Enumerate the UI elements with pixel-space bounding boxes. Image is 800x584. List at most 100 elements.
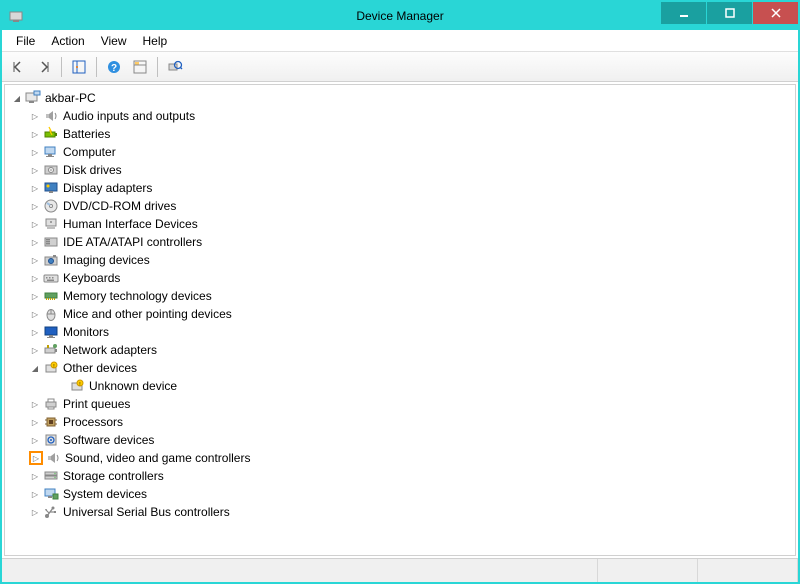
speaker-icon — [45, 450, 61, 466]
computer-root-icon — [25, 90, 41, 106]
expander-icon[interactable]: ▷ — [29, 506, 41, 518]
expander-icon[interactable]: ▷ — [29, 326, 41, 338]
disk-icon — [43, 162, 59, 178]
expander-icon[interactable]: ▷ — [29, 146, 41, 158]
expander-icon[interactable]: ▷ — [29, 164, 41, 176]
show-hide-tree-button[interactable] — [67, 55, 91, 79]
scan-hardware-button[interactable] — [163, 55, 187, 79]
tree-item-label: Unknown device — [89, 379, 177, 393]
expander-icon[interactable]: ▷ — [29, 272, 41, 284]
svg-text:?: ? — [111, 63, 117, 74]
status-cell — [2, 559, 598, 582]
tree-item[interactable]: ▷ Human Interface Devices — [7, 215, 793, 233]
tree-root[interactable]: ◢ akbar-PC — [7, 89, 793, 107]
minimize-button[interactable] — [660, 2, 706, 24]
expander-icon[interactable]: ▷ — [29, 451, 43, 465]
expander-icon[interactable]: ▷ — [29, 344, 41, 356]
expander-icon[interactable]: ▷ — [29, 290, 41, 302]
titlebar[interactable]: Device Manager — [2, 2, 798, 30]
forward-button[interactable] — [32, 55, 56, 79]
tree-item[interactable]: ◢!Other devices — [7, 359, 793, 377]
properties-button[interactable] — [128, 55, 152, 79]
help-button[interactable]: ? — [102, 55, 126, 79]
back-button[interactable] — [6, 55, 30, 79]
tree-item-label: Software devices — [63, 433, 154, 447]
tree-item[interactable]: ▷ Batteries — [7, 125, 793, 143]
expander-icon[interactable]: ▷ — [29, 254, 41, 266]
tree-item[interactable]: ▷ System devices — [7, 485, 793, 503]
tree-item-label: Storage controllers — [63, 469, 164, 483]
expander-icon[interactable]: ▷ — [29, 398, 41, 410]
tree-item-label: Human Interface Devices — [63, 217, 198, 231]
tree-item[interactable]: ▷ Software devices — [7, 431, 793, 449]
expander-icon[interactable]: ▷ — [29, 218, 41, 230]
tree-item-label: Batteries — [63, 127, 110, 141]
tree-item[interactable]: ▷Monitors — [7, 323, 793, 341]
tree-item[interactable]: ▷ IDE ATA/ATAPI controllers — [7, 233, 793, 251]
expander-icon[interactable]: ▷ — [29, 470, 41, 482]
tree-child-item[interactable]: ! Unknown device — [7, 377, 793, 395]
expander-icon[interactable]: ▷ — [29, 128, 41, 140]
tree-item[interactable]: ▷Audio inputs and outputs — [7, 107, 793, 125]
expander-icon[interactable]: ▷ — [29, 434, 41, 446]
tree-item[interactable]: ▷ Memory technology devices — [7, 287, 793, 305]
tree-item-label: Network adapters — [63, 343, 157, 357]
tree-item-label: Computer — [63, 145, 116, 159]
expander-icon[interactable]: ▷ — [29, 200, 41, 212]
tree-item[interactable]: ▷Print queues — [7, 395, 793, 413]
tree-item-label: IDE ATA/ATAPI controllers — [63, 235, 202, 249]
close-button[interactable] — [752, 2, 798, 24]
expander-icon[interactable]: ▷ — [29, 182, 41, 194]
toolbar: ? — [2, 52, 798, 82]
camera-icon — [43, 252, 59, 268]
toolbar-separator — [61, 57, 62, 77]
tree-item[interactable]: ▷DVD/CD-ROM drives — [7, 197, 793, 215]
expander-icon[interactable]: ▷ — [29, 416, 41, 428]
menu-help[interactable]: Help — [135, 32, 176, 50]
maximize-button[interactable] — [706, 2, 752, 24]
tree-item-label: Display adapters — [63, 181, 152, 195]
tree-item[interactable]: ▷ Imaging devices — [7, 251, 793, 269]
tree-item-label: Other devices — [63, 361, 137, 375]
tree-item[interactable]: ▷Universal Serial Bus controllers — [7, 503, 793, 521]
system-icon — [43, 486, 59, 502]
expander-icon[interactable]: ◢ — [11, 92, 23, 104]
toolbar-separator — [96, 57, 97, 77]
window-controls — [660, 2, 798, 30]
device-tree: ◢ akbar-PC ▷Audio inputs and outputs ▷ Bat… — [5, 85, 795, 525]
toolbar-separator — [157, 57, 158, 77]
speaker-icon — [43, 108, 59, 124]
display-icon — [43, 180, 59, 196]
tree-item[interactable]: ▷ Processors — [7, 413, 793, 431]
menu-view[interactable]: View — [93, 32, 135, 50]
tree-item[interactable]: ▷ Computer — [7, 143, 793, 161]
tree-item-label: Processors — [63, 415, 123, 429]
mouse-icon — [43, 306, 59, 322]
expander-icon[interactable]: ▷ — [29, 308, 41, 320]
expander-icon[interactable]: ▷ — [29, 236, 41, 248]
tree-item[interactable]: ▷ Display adapters — [7, 179, 793, 197]
cpu-icon — [43, 414, 59, 430]
tree-item-label: Imaging devices — [63, 253, 150, 267]
expander-icon[interactable]: ◢ — [29, 362, 41, 374]
tree-item[interactable]: ▷ Mice and other pointing devices — [7, 305, 793, 323]
menu-action[interactable]: Action — [43, 32, 92, 50]
tree-item-label: Mice and other pointing devices — [63, 307, 232, 321]
battery-icon — [43, 126, 59, 142]
tree-item[interactable]: ▷Sound, video and game controllers — [7, 449, 793, 467]
expander-icon[interactable]: ▷ — [29, 488, 41, 500]
tree-item[interactable]: ▷ Storage controllers — [7, 467, 793, 485]
tree-item-label: Memory technology devices — [63, 289, 212, 303]
tree-item[interactable]: ▷Keyboards — [7, 269, 793, 287]
tree-item[interactable]: ▷Disk drives — [7, 161, 793, 179]
printer-icon — [43, 396, 59, 412]
device-manager-window: Device Manager File Action View Help ? ◢… — [0, 0, 800, 584]
tree-item-label: System devices — [63, 487, 147, 501]
expander-icon[interactable]: ▷ — [29, 110, 41, 122]
tree-content[interactable]: ◢ akbar-PC ▷Audio inputs and outputs ▷ Bat… — [4, 84, 796, 556]
tree-item[interactable]: ▷ Network adapters — [7, 341, 793, 359]
network-icon — [43, 342, 59, 358]
window-title: Device Manager — [356, 9, 443, 23]
svg-text:!: ! — [79, 382, 80, 388]
menu-file[interactable]: File — [8, 32, 43, 50]
